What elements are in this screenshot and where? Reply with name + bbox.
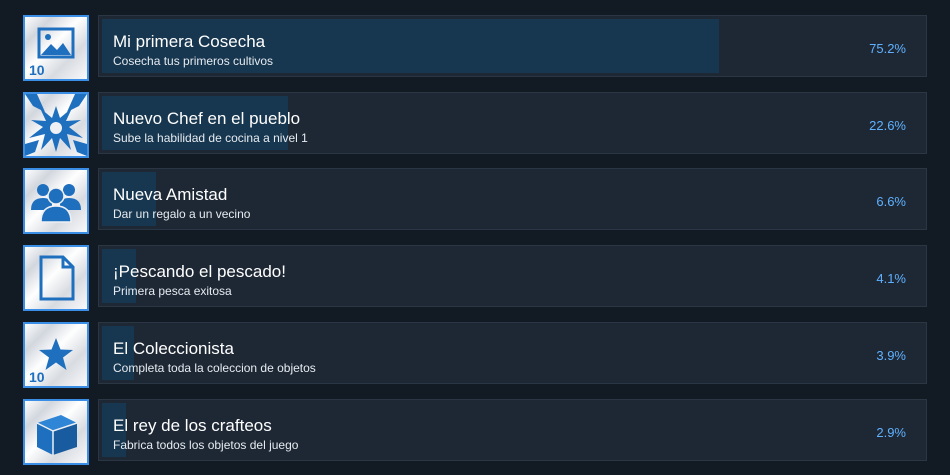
achievement-row[interactable]: Nueva Amistad Dar un regalo a un vecino … — [0, 168, 950, 234]
progress-bar: Nuevo Chef en el pueblo Sube la habilida… — [98, 92, 927, 154]
unlock-percentage: 75.2% — [869, 41, 906, 56]
achievement-row[interactable]: Nuevo Chef en el pueblo Sube la habilida… — [0, 92, 950, 158]
achievement-title: El rey de los crafteos — [113, 416, 272, 435]
achievement-title: El Coleccionista — [113, 339, 234, 358]
achievement-description: Sube la habilidad de cocina a nivel 1 — [113, 131, 308, 145]
achievement-title: ¡Pescando el pescado! — [113, 262, 286, 281]
achievement-description: Dar un regalo a un vecino — [113, 207, 251, 221]
progress-bar: ¡Pescando el pescado! Primera pesca exit… — [98, 245, 927, 307]
progress-bar: El Coleccionista Completa toda la colecc… — [98, 322, 927, 384]
unlock-percentage: 2.9% — [876, 425, 906, 440]
achievement-row[interactable]: ¡Pescando el pescado! Primera pesca exit… — [0, 245, 950, 311]
unlock-percentage: 6.6% — [876, 194, 906, 209]
unlock-percentage: 4.1% — [876, 271, 906, 286]
burst-icon — [23, 92, 89, 158]
document-icon — [23, 245, 89, 311]
people-icon — [23, 168, 89, 234]
progress-bar: El rey de los crafteos Fabrica todos los… — [98, 399, 927, 461]
unlock-percentage: 22.6% — [869, 118, 906, 133]
progress-bar: Mi primera Cosecha Cosecha tus primeros … — [98, 15, 927, 77]
box-icon — [23, 399, 89, 465]
achievement-row[interactable]: El rey de los crafteos Fabrica todos los… — [0, 399, 950, 465]
unlock-percentage: 3.9% — [876, 348, 906, 363]
progress-bar: Nueva Amistad Dar un regalo a un vecino … — [98, 168, 927, 230]
image-icon: 10 — [23, 15, 89, 81]
achievement-description: Completa toda la coleccion de objetos — [113, 361, 316, 375]
achievement-row[interactable]: 10 El Coleccionista Completa toda la col… — [0, 322, 950, 388]
icon-level-badge: 10 — [29, 62, 45, 78]
achievement-title: Mi primera Cosecha — [113, 32, 266, 51]
achievement-title: Nuevo Chef en el pueblo — [113, 109, 301, 128]
achievement-list: 10 Mi primera Cosecha Cosecha tus primer… — [0, 0, 950, 475]
achievement-row[interactable]: 10 Mi primera Cosecha Cosecha tus primer… — [0, 15, 950, 81]
icon-level-badge: 10 — [29, 369, 45, 385]
achievement-description: Cosecha tus primeros cultivos — [113, 54, 274, 68]
achievement-title: Nueva Amistad — [113, 185, 228, 204]
star-icon: 10 — [23, 322, 89, 388]
achievement-description: Primera pesca exitosa — [113, 284, 232, 298]
achievement-description: Fabrica todos los objetos del juego — [113, 438, 299, 452]
